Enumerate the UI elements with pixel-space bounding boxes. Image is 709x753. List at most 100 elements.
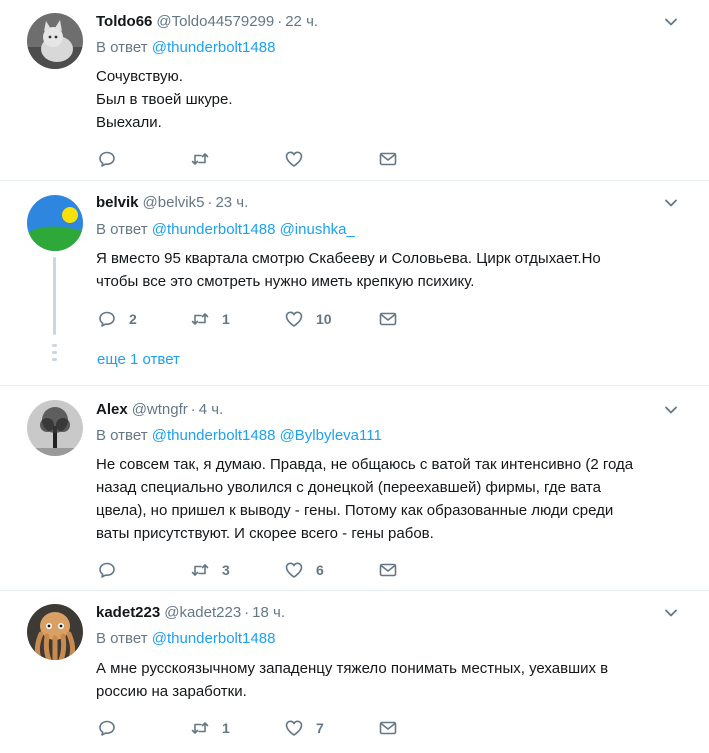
timestamp[interactable]: 23 ч. <box>215 194 248 211</box>
chevron-down-icon[interactable] <box>663 195 679 211</box>
retweet-icon <box>191 722 209 734</box>
text-line: назад специально уволился с донецкой (пе… <box>96 479 601 496</box>
reply-context: В ответ @thunderbolt1488 <box>96 629 275 649</box>
like-button[interactable]: 6 <box>284 560 324 580</box>
retweet-button[interactable]: 1 <box>190 309 230 329</box>
separator-dot: · <box>277 13 283 30</box>
user-handle[interactable]: @Toldo44579299 <box>156 13 274 30</box>
reply-icon <box>99 311 115 327</box>
retweet-button[interactable] <box>190 149 222 169</box>
like-count: 6 <box>316 562 324 578</box>
timestamp[interactable]: 18 ч. <box>252 604 285 621</box>
reply-prefix: В ответ <box>96 221 148 238</box>
retweet-icon <box>191 153 209 165</box>
like-count: 10 <box>316 311 332 327</box>
user-handle[interactable]: @kadet223 <box>164 604 241 621</box>
chevron-down-icon[interactable] <box>663 402 679 418</box>
text-line: Сочувствую. <box>96 68 183 85</box>
reply-icon <box>99 562 115 578</box>
reply-button[interactable]: 2 <box>97 309 137 329</box>
text-line: Я вместо 95 квартала смотрю Скабееву и С… <box>96 250 601 267</box>
text-line: цвела), но пришел к выводу - гены. Потом… <box>96 502 614 519</box>
tweet-header: Toldo66 @Toldo44579299 · 22 ч. <box>96 12 318 32</box>
mention-link[interactable]: @thunderbolt1488 <box>152 630 276 647</box>
user-handle[interactable]: @wtngfr <box>132 401 188 418</box>
chevron-down-icon[interactable] <box>663 14 679 30</box>
reply-context: В ответ @thunderbolt1488 @Bylbyleva111 <box>96 426 382 446</box>
direct-message-button[interactable] <box>378 309 398 329</box>
chevron-down-icon[interactable] <box>663 605 679 621</box>
envelope-icon <box>379 312 397 326</box>
text-line: ваты присутствуют. И скорее всего - гены… <box>96 525 434 542</box>
thread-dot <box>52 344 57 347</box>
reply-count: 2 <box>129 311 137 327</box>
tweet-header: Alex @wtngfr · 4 ч. <box>96 400 223 420</box>
reply-prefix: В ответ <box>96 630 148 647</box>
show-more-replies-link[interactable]: еще 1 ответ <box>97 351 180 368</box>
mention-link[interactable]: @thunderbolt1488 <box>152 427 276 444</box>
separator-dot: · <box>207 194 213 211</box>
retweet-count: 3 <box>222 562 230 578</box>
thread-connector <box>53 257 56 335</box>
mention-link[interactable]: @inushka_ <box>280 221 355 238</box>
mention-link[interactable]: @Bylbyleva111 <box>280 427 382 444</box>
retweet-count: 1 <box>222 720 230 736</box>
user-name[interactable]: Alex <box>96 401 128 418</box>
avatar[interactable] <box>27 195 83 251</box>
separator-dot: · <box>190 401 196 418</box>
mention-link[interactable]: @thunderbolt1488 <box>152 39 276 56</box>
tweet[interactable]: Toldo66 @Toldo44579299 · 22 ч. В ответ @thu… <box>0 0 709 181</box>
reply-button[interactable] <box>97 718 129 738</box>
reply-feed: Toldo66 @Toldo44579299 · 22 ч. В ответ @thu… <box>0 0 709 753</box>
reply-icon <box>99 151 115 167</box>
tweet[interactable]: kadet223 @kadet223 · 18 ч. В ответ @thunder… <box>0 591 709 753</box>
retweet-button[interactable]: 3 <box>190 560 230 580</box>
tweet[interactable]: Alex @wtngfr · 4 ч. В ответ @thunderbolt148… <box>0 386 709 591</box>
envelope-icon <box>379 563 397 577</box>
direct-message-button[interactable] <box>378 560 398 580</box>
reply-prefix: В ответ <box>96 427 148 444</box>
tweet-text: Не совсем так, я думаю. Правда, не общаю… <box>96 453 686 545</box>
text-line: Не совсем так, я думаю. Правда, не общаю… <box>96 456 634 473</box>
avatar[interactable] <box>27 13 83 69</box>
text-line: чтобы все это смотреть нужно иметь крепк… <box>96 273 475 290</box>
tweet-actions <box>97 149 417 169</box>
tweet-text: Я вместо 95 квартала смотрю Скабееву и С… <box>96 247 686 293</box>
direct-message-button[interactable] <box>378 149 398 169</box>
user-name[interactable]: belvik <box>96 194 139 211</box>
timestamp[interactable]: 22 ч. <box>285 13 318 30</box>
user-handle[interactable]: @belvik5 <box>143 194 205 211</box>
tweet-header: belvik @belvik5 · 23 ч. <box>96 193 248 213</box>
tweet[interactable]: belvik @belvik5 · 23 ч. В ответ @thunderbol… <box>0 181 709 386</box>
user-name[interactable]: kadet223 <box>96 604 160 621</box>
avatar[interactable] <box>27 400 83 456</box>
direct-message-button[interactable] <box>378 718 398 738</box>
like-button[interactable]: 7 <box>284 718 324 738</box>
user-name[interactable]: Toldo66 <box>96 13 152 30</box>
heart-icon <box>285 151 303 167</box>
timestamp[interactable]: 4 ч. <box>199 401 224 418</box>
retweet-button[interactable]: 1 <box>190 718 230 738</box>
thread-dot <box>52 351 57 354</box>
text-line: Выехали. <box>96 114 162 131</box>
heart-icon <box>285 562 303 578</box>
reply-icon <box>99 720 115 736</box>
tweet-text: А мне русскоязычному западенцу тяжело по… <box>96 657 686 703</box>
retweet-count: 1 <box>222 311 230 327</box>
text-line: Был в твоей шкуре. <box>96 91 233 108</box>
reply-button[interactable] <box>97 560 129 580</box>
tweet-actions: 1 7 <box>97 718 417 738</box>
avatar[interactable] <box>27 604 83 660</box>
reply-context: В ответ @thunderbolt1488 @inushka_ <box>96 220 355 240</box>
envelope-icon <box>379 721 397 735</box>
like-button[interactable]: 10 <box>284 309 332 329</box>
like-button[interactable] <box>284 149 316 169</box>
tweet-actions: 3 6 <box>97 560 417 580</box>
like-count: 7 <box>316 720 324 736</box>
retweet-icon <box>191 313 209 325</box>
heart-icon <box>285 720 303 736</box>
mention-link[interactable]: @thunderbolt1488 <box>152 221 276 238</box>
tweet-actions: 2 1 10 <box>97 309 417 329</box>
envelope-icon <box>379 152 397 166</box>
reply-button[interactable] <box>97 149 129 169</box>
